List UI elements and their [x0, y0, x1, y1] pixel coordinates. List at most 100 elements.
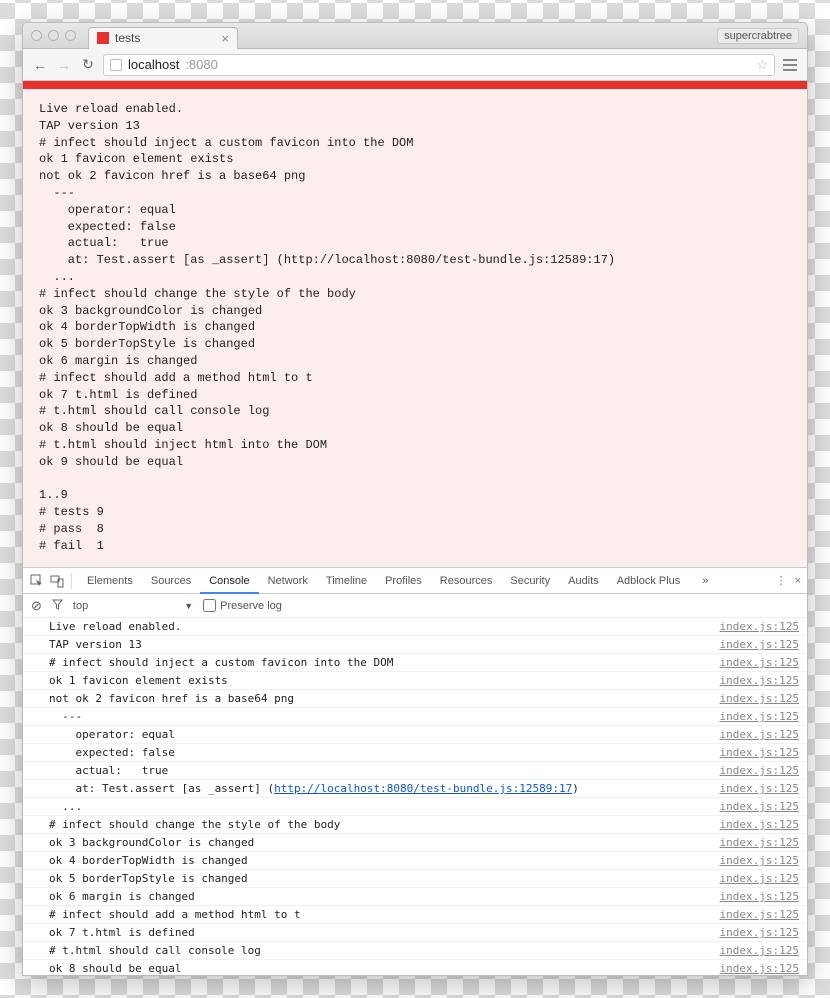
close-tab-button[interactable]: × [221, 31, 229, 46]
devtools-tabs-overflow[interactable]: » [693, 568, 717, 594]
devtools-tabbar: ElementsSourcesConsoleNetworkTimelinePro… [23, 568, 807, 594]
forward-button[interactable]: → [55, 57, 73, 73]
console-source-link[interactable]: index.js:125 [720, 656, 799, 669]
console-source-link[interactable]: index.js:125 [720, 944, 799, 957]
console-source-link[interactable]: index.js:125 [720, 746, 799, 759]
device-toggle-icon[interactable] [49, 573, 65, 589]
console-source-link[interactable]: index.js:125 [720, 890, 799, 903]
console-row: not ok 2 favicon href is a base64 pngind… [23, 690, 807, 708]
console-message: # infect should add a method html to t [49, 908, 720, 921]
console-row: TAP version 13index.js:125 [23, 636, 807, 654]
console-source-link[interactable]: index.js:125 [720, 710, 799, 723]
devtools-tab-sources[interactable]: Sources [142, 568, 200, 594]
console-output[interactable]: Live reload enabled.index.js:125TAP vers… [23, 618, 807, 975]
console-row: actual: trueindex.js:125 [23, 762, 807, 780]
page-icon [110, 59, 122, 71]
preserve-log-label: Preserve log [220, 600, 282, 612]
console-row: ok 6 margin is changedindex.js:125 [23, 888, 807, 906]
console-message: Live reload enabled. [49, 620, 720, 633]
console-row: # infect should change the style of the … [23, 816, 807, 834]
console-row: ok 7 t.html is definedindex.js:125 [23, 924, 807, 942]
console-source-link[interactable]: index.js:125 [720, 926, 799, 939]
console-source-link[interactable]: index.js:125 [720, 620, 799, 633]
inspect-element-icon[interactable] [29, 573, 45, 589]
bookmark-star-icon[interactable]: ☆ [756, 57, 768, 73]
console-message: # infect should change the style of the … [49, 818, 720, 831]
console-message: TAP version 13 [49, 638, 720, 651]
console-row: ...index.js:125 [23, 798, 807, 816]
console-source-link[interactable]: index.js:125 [720, 836, 799, 849]
console-message: # infect should inject a custom favicon … [49, 656, 720, 669]
console-row: # infect should add a method html to tin… [23, 906, 807, 924]
console-source-link[interactable]: index.js:125 [720, 908, 799, 921]
devtools-tab-profiles[interactable]: Profiles [376, 568, 431, 594]
back-button[interactable]: ← [31, 57, 49, 73]
console-filter-bar: ⊘ top ▼ Preserve log [23, 594, 807, 618]
favicon-icon [97, 32, 109, 44]
console-message: expected: false [49, 746, 720, 759]
devtools-tab-security[interactable]: Security [501, 568, 559, 594]
console-message: ok 4 borderTopWidth is changed [49, 854, 720, 867]
devtools-tab-audits[interactable]: Audits [559, 568, 608, 594]
console-message: not ok 2 favicon href is a base64 png [49, 692, 720, 705]
devtools-tab-network[interactable]: Network [259, 568, 317, 594]
console-source-link[interactable]: index.js:125 [720, 728, 799, 741]
devtools-more-icon[interactable]: ⋮ [776, 574, 787, 587]
console-message: --- [49, 710, 720, 723]
console-row: ok 1 favicon element existsindex.js:125 [23, 672, 807, 690]
console-message: ok 3 backgroundColor is changed [49, 836, 720, 849]
devtools-tab-elements[interactable]: Elements [78, 568, 142, 594]
chevron-down-icon: ▼ [184, 601, 193, 611]
console-row: at: Test.assert [as _assert] (http://loc… [23, 780, 807, 798]
console-message: operator: equal [49, 728, 720, 741]
console-message: ok 8 should be equal [49, 962, 720, 975]
console-row: ok 5 borderTopStyle is changedindex.js:1… [23, 870, 807, 888]
preserve-log-checkbox[interactable] [203, 599, 216, 612]
console-message: ... [49, 800, 720, 813]
console-link[interactable]: http://localhost:8080/test-bundle.js:125… [274, 782, 572, 795]
console-row: ok 3 backgroundColor is changedindex.js:… [23, 834, 807, 852]
console-source-link[interactable]: index.js:125 [720, 800, 799, 813]
console-source-link[interactable]: index.js:125 [720, 782, 799, 795]
tap-output[interactable]: Live reload enabled. TAP version 13 # in… [23, 89, 807, 567]
console-source-link[interactable]: index.js:125 [720, 962, 799, 975]
url-port: :8080 [185, 57, 218, 72]
console-message: ok 5 borderTopStyle is changed [49, 872, 720, 885]
devtools-tab-adblock-plus[interactable]: Adblock Plus [608, 568, 690, 594]
profile-badge[interactable]: supercrabtree [717, 28, 799, 44]
console-row: # t.html should call console logindex.js… [23, 942, 807, 960]
console-source-link[interactable]: index.js:125 [720, 638, 799, 651]
console-row: # infect should inject a custom favicon … [23, 654, 807, 672]
devtools-tab-timeline[interactable]: Timeline [317, 568, 376, 594]
devtools-close-button[interactable]: × [795, 575, 801, 587]
browser-tab[interactable]: tests × [88, 27, 238, 49]
console-source-link[interactable]: index.js:125 [720, 854, 799, 867]
console-source-link[interactable]: index.js:125 [720, 674, 799, 687]
console-row: ---index.js:125 [23, 708, 807, 726]
context-label: top [73, 600, 88, 612]
maximize-window-button[interactable] [65, 30, 76, 41]
devtools-tab-resources[interactable]: Resources [431, 568, 502, 594]
console-source-link[interactable]: index.js:125 [720, 872, 799, 885]
context-selector[interactable]: top ▼ [73, 600, 193, 612]
reload-button[interactable]: ↻ [79, 56, 97, 73]
console-message: ok 7 t.html is defined [49, 926, 720, 939]
console-row: expected: falseindex.js:125 [23, 744, 807, 762]
clear-console-icon[interactable]: ⊘ [31, 598, 42, 614]
console-source-link[interactable]: index.js:125 [720, 764, 799, 777]
console-row: Live reload enabled.index.js:125 [23, 618, 807, 636]
preserve-log-toggle[interactable]: Preserve log [203, 599, 282, 612]
minimize-window-button[interactable] [48, 30, 59, 41]
console-source-link[interactable]: index.js:125 [720, 692, 799, 705]
close-window-button[interactable] [31, 30, 42, 41]
devtools-tab-console[interactable]: Console [200, 568, 258, 594]
devtools-panel: ElementsSourcesConsoleNetworkTimelinePro… [23, 567, 807, 975]
console-message: # t.html should call console log [49, 944, 720, 957]
page-content: Live reload enabled. TAP version 13 # in… [23, 81, 807, 975]
console-message: ok 6 margin is changed [49, 890, 720, 903]
console-source-link[interactable]: index.js:125 [720, 818, 799, 831]
address-bar[interactable]: localhost:8080 ☆ [103, 54, 775, 76]
filter-icon[interactable] [52, 599, 63, 613]
menu-button[interactable] [781, 56, 799, 74]
traffic-lights [31, 30, 76, 41]
